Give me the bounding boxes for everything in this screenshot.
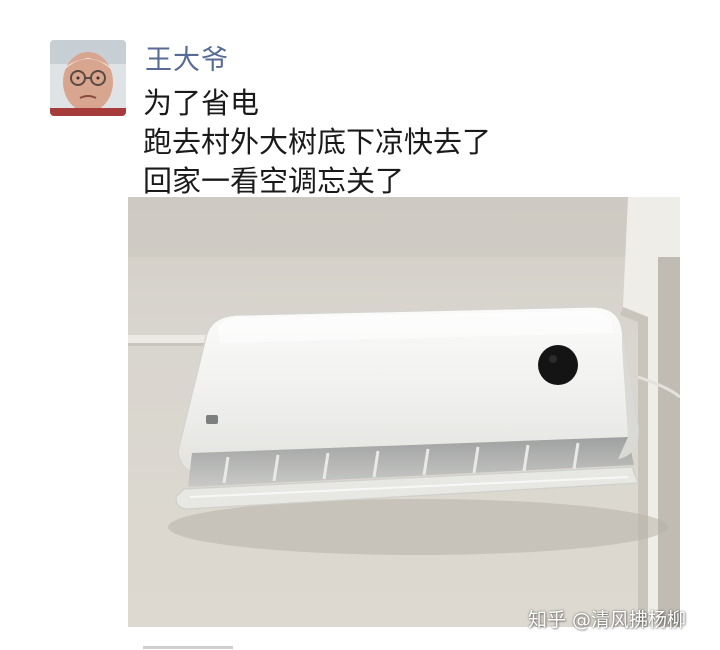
post-line: 为了省电 xyxy=(143,86,260,120)
ac-display-icon xyxy=(538,345,578,385)
poster-name[interactable]: 王大爷 xyxy=(145,38,229,77)
mi-logo-icon xyxy=(206,415,218,424)
watermark-text: 知乎 @清风拂杨柳 xyxy=(528,609,687,631)
post-line: 跑去村外大树底下凉快去了 xyxy=(143,125,492,159)
avatar-face-icon xyxy=(50,40,126,116)
post-line: 回家一看空调忘关了 xyxy=(143,164,405,198)
post-photo[interactable] xyxy=(128,197,680,627)
cropped-text-remnant xyxy=(143,640,253,650)
moments-post: 王大爷 为了省电 跑去村外大树底下凉快去了 回家一看空调忘关了 知乎 @清风拂杨… xyxy=(0,0,720,650)
air-conditioner-photo xyxy=(128,197,680,627)
avatar[interactable] xyxy=(50,40,126,116)
post-text: 为了省电 跑去村外大树底下凉快去了 回家一看空调忘关了 xyxy=(143,84,491,201)
